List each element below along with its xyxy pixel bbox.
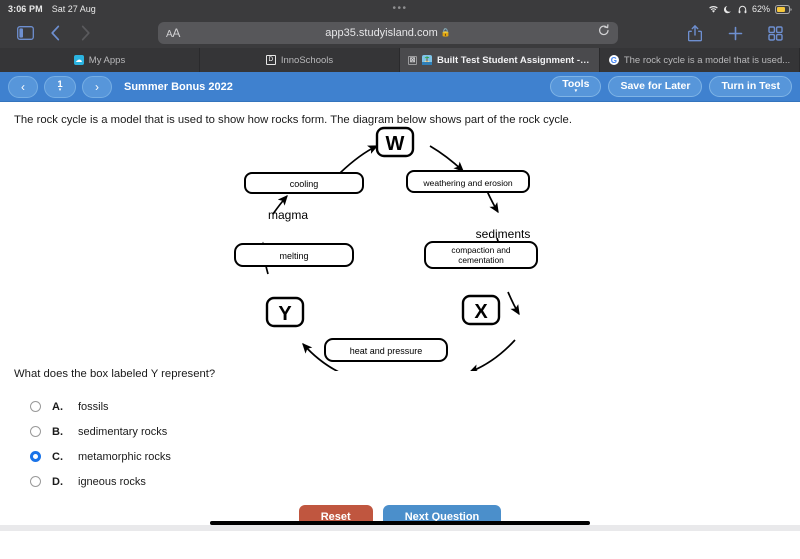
- node-label: X: [474, 301, 488, 323]
- studyisland-icon: [422, 55, 432, 65]
- headphones-icon: [738, 5, 747, 14]
- status-bar-right: 62%: [708, 4, 792, 14]
- assignment-toolbar: ‹ 1 ▾ › Summer Bonus 2022 Tools ▾ Save f…: [0, 72, 800, 102]
- choice-text: sedimentary rocks: [78, 425, 168, 438]
- close-icon[interactable]: ⊠: [408, 55, 417, 65]
- answer-choice-a[interactable]: A. fossils: [30, 394, 800, 419]
- rock-cycle-svg: cooling W weathering and erosion magma s…: [234, 126, 538, 371]
- chevron-down-icon: ▾: [574, 88, 578, 95]
- radio-button-b[interactable]: [30, 426, 41, 437]
- answer-choice-b[interactable]: B. sedimentary rocks: [30, 419, 800, 444]
- tab-label: My Apps: [88, 54, 126, 66]
- bottom-strip: [0, 525, 800, 531]
- diagram-node-w: W: [375, 126, 415, 158]
- next-question-nav-button[interactable]: ›: [82, 75, 112, 98]
- browser-tab-innoschools[interactable]: D InnoSchools: [200, 48, 400, 72]
- tab-strip: ☁ My Apps D InnoSchools ⊠ Built Test Stu…: [0, 48, 800, 72]
- chevron-down-icon: ▾: [58, 87, 62, 94]
- google-icon: G: [608, 55, 619, 65]
- diagram-node-melting: melting: [234, 243, 354, 267]
- question-stem: The rock cycle is a model that is used t…: [14, 114, 572, 126]
- wifi-icon: [708, 5, 719, 14]
- toolbar-right-actions: [680, 21, 790, 45]
- moon-icon: [724, 5, 733, 14]
- battery-percent: 62%: [751, 4, 770, 14]
- text-size-button[interactable]: AA: [166, 26, 180, 40]
- radio-button-c[interactable]: [30, 451, 41, 462]
- browser-tab-my-apps[interactable]: ☁ My Apps: [0, 48, 200, 72]
- node-label-line2: cementation: [458, 255, 504, 265]
- assignment-actions: Tools ▾ Save for Later Turn in Test: [550, 76, 792, 97]
- browser-toolbar: AA app35.studyisland.com 🔒: [0, 18, 800, 48]
- tab-label: Built Test Student Assignment - Stud...: [437, 54, 591, 66]
- new-tab-icon[interactable]: [720, 21, 750, 45]
- myapps-icon: ☁: [73, 55, 84, 65]
- innoschools-icon: D: [265, 55, 276, 65]
- node-label: heat and pressure: [350, 346, 423, 356]
- status-date: Sat 27 Aug: [51, 4, 96, 14]
- choice-text: igneous rocks: [78, 475, 146, 488]
- node-label: melting: [279, 251, 308, 261]
- back-icon[interactable]: [40, 21, 70, 45]
- browser-tab-rock-cycle-search[interactable]: G The rock cycle is a model that is used…: [600, 48, 800, 72]
- status-time: 3:06 PM: [8, 4, 43, 14]
- diagram-node-magma: magma: [268, 208, 308, 222]
- choice-text: fossils: [78, 400, 109, 413]
- node-label-line1: compaction and: [451, 245, 510, 255]
- diagram-node-heat: heat and pressure: [324, 338, 448, 362]
- ios-status-bar: 3:06 PM Sat 27 Aug ••• 62%: [0, 0, 800, 18]
- share-icon[interactable]: [680, 21, 710, 45]
- node-label: cooling: [290, 179, 319, 189]
- lock-icon: 🔒: [440, 28, 451, 37]
- diagram-node-sediments: sediments: [476, 227, 531, 241]
- address-bar[interactable]: AA app35.studyisland.com 🔒: [158, 22, 618, 44]
- choice-letter: C.: [52, 450, 63, 463]
- answer-choice-c[interactable]: C. metamorphic rocks: [30, 444, 800, 469]
- rock-cycle-diagram: cooling W weathering and erosion magma s…: [0, 126, 800, 371]
- url-text: app35.studyisland.com 🔒: [325, 27, 451, 39]
- save-for-later-button[interactable]: Save for Later: [608, 76, 703, 97]
- question-content: The rock cycle is a model that is used t…: [0, 102, 800, 531]
- diagram-node-compaction: compaction and cementation: [424, 241, 538, 269]
- choice-letter: A.: [52, 400, 63, 413]
- reload-icon[interactable]: [598, 24, 610, 42]
- node-label: weathering and erosion: [422, 178, 513, 188]
- choice-letter: B.: [52, 425, 63, 438]
- answer-choices: A. fossils B. sedimentary rocks C. metam…: [0, 394, 800, 494]
- choice-letter: D.: [52, 475, 63, 488]
- page-selector-button[interactable]: 1 ▾: [44, 75, 76, 98]
- answer-choice-d[interactable]: D. igneous rocks: [30, 469, 800, 494]
- multitask-handle[interactable]: •••: [392, 4, 407, 14]
- diagram-node-x: X: [461, 294, 501, 326]
- turn-in-test-button[interactable]: Turn in Test: [709, 76, 792, 97]
- tab-label: InnoSchools: [280, 54, 334, 66]
- diagram-node-weathering: weathering and erosion: [406, 170, 530, 193]
- sidebar-icon[interactable]: [10, 21, 40, 45]
- assignment-title: Summer Bonus 2022: [124, 80, 233, 93]
- tools-button[interactable]: Tools ▾: [550, 76, 602, 97]
- battery-icon: [775, 4, 792, 14]
- node-label: Y: [278, 303, 292, 325]
- status-bar-left: 3:06 PM Sat 27 Aug: [8, 4, 96, 14]
- browser-tab-built-test-student-assignment[interactable]: ⊠ Built Test Student Assignment - Stud..…: [400, 48, 600, 72]
- question-footer: Reset Next Question: [0, 499, 800, 531]
- diagram-node-cooling: cooling: [244, 172, 364, 194]
- tabs-overview-icon[interactable]: [760, 21, 790, 45]
- tab-label: The rock cycle is a model that is used..…: [623, 54, 791, 66]
- radio-button-d[interactable]: [30, 476, 41, 487]
- forward-icon: [70, 21, 100, 45]
- diagram-node-y: Y: [265, 296, 305, 328]
- choice-text: metamorphic rocks: [78, 450, 171, 463]
- previous-question-button[interactable]: ‹: [8, 75, 38, 98]
- node-label: W: [386, 133, 405, 155]
- radio-button-a[interactable]: [30, 401, 41, 412]
